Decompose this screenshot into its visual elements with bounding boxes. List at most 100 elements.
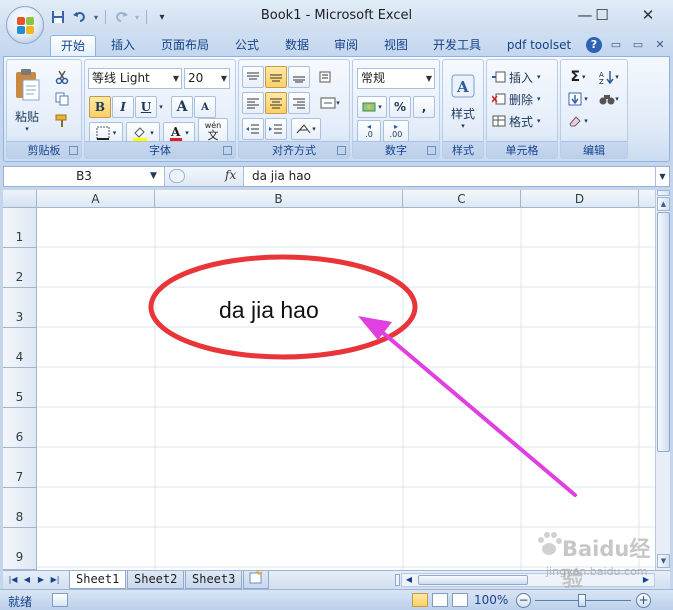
accounting-format-button[interactable]: ▾	[357, 96, 387, 118]
formula-bar-resizer[interactable]	[169, 169, 185, 183]
tab-developer[interactable]: 开发工具	[424, 35, 490, 57]
macro-record-button[interactable]	[52, 593, 68, 607]
bold-button[interactable]: B	[89, 96, 111, 118]
row-header-9[interactable]: 9	[3, 528, 37, 570]
increase-indent-button[interactable]	[265, 118, 287, 140]
row-header-1[interactable]: 1	[3, 208, 37, 248]
cell-b3[interactable]: da jia hao	[219, 297, 319, 324]
page-layout-view-button[interactable]	[432, 593, 448, 607]
name-box-dropdown-icon[interactable]: ▼	[150, 167, 157, 186]
column-header-e[interactable]	[639, 190, 655, 208]
next-sheet-button[interactable]: ▶	[35, 574, 47, 586]
tab-pdf-toolset[interactable]: pdf toolset	[498, 35, 580, 57]
font-size-select[interactable]: 20 ▼	[184, 68, 230, 89]
format-cells-button[interactable]: 格式 ▾	[491, 110, 553, 132]
row-header-8[interactable]: 8	[3, 488, 37, 528]
tab-formulas[interactable]: 公式	[226, 35, 268, 57]
insert-sheet-button[interactable]	[243, 570, 269, 589]
tab-home[interactable]: 开始	[50, 35, 96, 57]
zoom-level[interactable]: 100%	[474, 593, 508, 607]
expand-formula-bar-button[interactable]: ▼	[655, 167, 669, 186]
sheet-tab-sheet3[interactable]: Sheet3	[185, 571, 243, 589]
paste-button[interactable]: 粘贴 ▾	[9, 62, 45, 138]
column-header-d[interactable]: D	[521, 190, 639, 208]
increase-decimal-button[interactable]: ◂ .0	[357, 120, 381, 142]
delete-cells-button[interactable]: 删除 ▾	[491, 88, 553, 110]
page-break-view-button[interactable]	[452, 593, 468, 607]
office-button[interactable]	[6, 6, 44, 44]
shrink-font-button[interactable]: A	[194, 96, 216, 118]
find-select-button[interactable]: ▾	[595, 88, 623, 110]
last-sheet-button[interactable]: ▶|	[49, 574, 61, 586]
align-bottom-button[interactable]	[288, 66, 310, 88]
number-format-select[interactable]: 常规 ▼	[357, 68, 435, 89]
row-header-3[interactable]: 3	[3, 288, 37, 328]
comma-style-button[interactable]: ,	[413, 96, 435, 118]
ribbon-restore-button[interactable]: ▭	[630, 37, 646, 53]
align-right-button[interactable]	[288, 92, 310, 114]
format-painter-button[interactable]	[51, 110, 73, 132]
underline-dropdown[interactable]: ▾	[157, 96, 165, 118]
name-box[interactable]: B3	[4, 167, 164, 186]
tab-split-handle[interactable]	[395, 574, 400, 586]
ribbon-close-button[interactable]: ✕	[652, 37, 668, 53]
column-header-a[interactable]: A	[37, 190, 155, 208]
tab-insert[interactable]: 插入	[101, 35, 145, 57]
scroll-left-button[interactable]: ◀	[403, 574, 415, 586]
align-center-button[interactable]	[265, 92, 287, 114]
font-name-select[interactable]: 等线 Light ▼	[88, 68, 182, 89]
alignment-launcher-button[interactable]	[337, 146, 346, 155]
insert-cells-button[interactable]: 插入 ▾	[491, 66, 553, 88]
formula-input[interactable]: da jia hao	[252, 167, 311, 186]
sheet-tab-sheet1[interactable]: Sheet1	[69, 571, 127, 589]
row-header-7[interactable]: 7	[3, 448, 37, 488]
scroll-right-button[interactable]: ▶	[640, 574, 652, 586]
sheet-tab-sheet2[interactable]: Sheet2	[127, 571, 185, 589]
row-header-2[interactable]: 2	[3, 248, 37, 288]
row-header-5[interactable]: 5	[3, 368, 37, 408]
cut-button[interactable]	[51, 66, 73, 88]
tab-review[interactable]: 审阅	[325, 35, 367, 57]
font-launcher-button[interactable]	[223, 146, 232, 155]
zoom-in-button[interactable]: +	[636, 593, 651, 608]
help-icon[interactable]: ?	[586, 37, 602, 53]
decrease-indent-button[interactable]	[242, 118, 264, 140]
decrease-decimal-button[interactable]: ▸ .00	[383, 120, 409, 142]
vertical-scroll-thumb[interactable]	[657, 212, 670, 452]
vertical-scrollbar[interactable]: ▲ ▼	[655, 190, 670, 570]
sort-filter-button[interactable]: AZ ▾	[595, 66, 623, 88]
zoom-slider-thumb[interactable]	[578, 594, 586, 607]
worksheet-grid[interactable]: A B C D 1 2 3 4 5 6 7 8 9 da jia hao	[3, 190, 655, 570]
align-left-button[interactable]	[242, 92, 264, 114]
align-middle-button[interactable]	[265, 66, 287, 88]
ribbon-minimize-button[interactable]: ▭	[608, 37, 624, 53]
orientation-button[interactable]	[315, 66, 337, 88]
insert-function-button[interactable]: fx	[225, 168, 236, 182]
wrap-text-button[interactable]: ▾	[291, 118, 321, 140]
first-sheet-button[interactable]: |◀	[7, 574, 19, 586]
clipboard-launcher-button[interactable]	[69, 146, 78, 155]
normal-view-button[interactable]	[412, 593, 428, 607]
underline-button[interactable]: U	[135, 96, 157, 118]
horizontal-scroll-thumb[interactable]	[418, 575, 528, 585]
clear-button[interactable]: ▾	[565, 110, 591, 132]
prev-sheet-button[interactable]: ◀	[21, 574, 33, 586]
column-header-c[interactable]: C	[403, 190, 521, 208]
split-box[interactable]	[657, 190, 670, 196]
percent-style-button[interactable]: %	[389, 96, 411, 118]
fill-button[interactable]: ▾	[565, 88, 591, 110]
autosum-button[interactable]: Σ ▾	[565, 66, 591, 88]
styles-button[interactable]: A 样式 ▾	[446, 64, 480, 138]
merge-center-button[interactable]: ▾	[315, 92, 345, 114]
tab-data[interactable]: 数据	[276, 35, 318, 57]
italic-button[interactable]: I	[112, 96, 134, 118]
column-header-b[interactable]: B	[155, 190, 403, 208]
tab-view[interactable]: 视图	[375, 35, 417, 57]
align-top-button[interactable]	[242, 66, 264, 88]
select-all-button[interactable]	[3, 190, 37, 208]
row-header-6[interactable]: 6	[3, 408, 37, 448]
number-launcher-button[interactable]	[427, 146, 436, 155]
horizontal-scrollbar[interactable]: ◀ ▶	[401, 573, 655, 587]
grow-font-button[interactable]: A	[171, 96, 193, 118]
tab-page-layout[interactable]: 页面布局	[152, 35, 218, 57]
